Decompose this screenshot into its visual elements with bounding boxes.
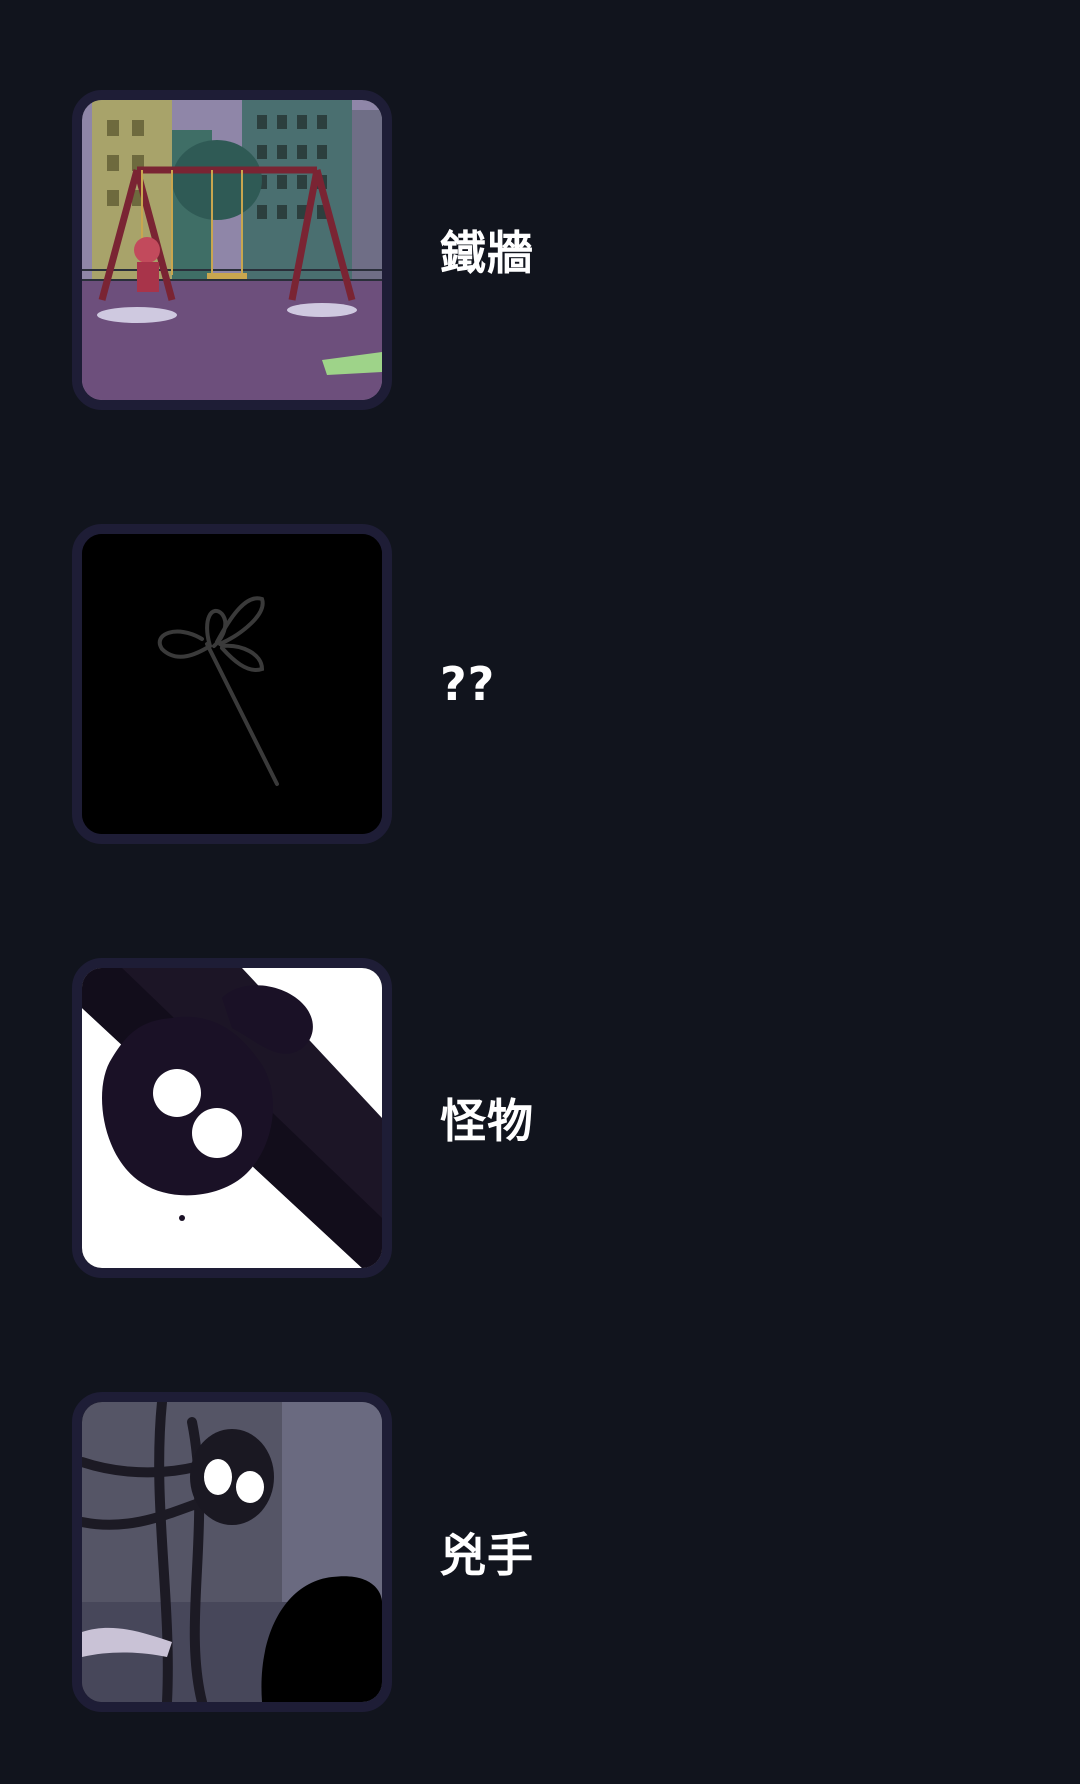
- thumbnail-monster[interactable]: [72, 958, 392, 1278]
- thumbnail-flower[interactable]: [72, 524, 392, 844]
- dark-flower-silhouette-image: [82, 534, 382, 834]
- dark-figures-scene-image: [82, 1402, 382, 1702]
- list-item[interactable]: ??: [72, 524, 972, 844]
- shadow-monster-image: [82, 968, 382, 1268]
- playground-swing-scene-image: [82, 100, 382, 400]
- thumbnail-playground[interactable]: [72, 90, 392, 410]
- list-item[interactable]: 兇手: [72, 1392, 972, 1712]
- item-title: 鐵牆: [440, 226, 534, 280]
- thumbnail-killer[interactable]: [72, 1392, 392, 1712]
- item-title: 怪物: [440, 1094, 534, 1148]
- item-title: ??: [440, 657, 496, 711]
- item-title: 兇手: [440, 1528, 534, 1582]
- list-item[interactable]: 怪物: [72, 958, 972, 1278]
- list-item[interactable]: 鐵牆: [72, 90, 972, 410]
- character-list: 鐵牆 ?? 怪物 兇手: [0, 0, 1080, 1784]
